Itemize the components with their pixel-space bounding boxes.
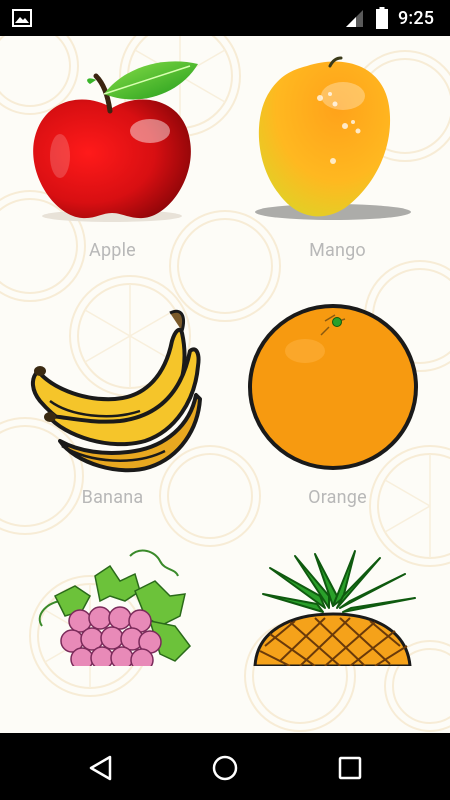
fruit-item-grapes[interactable] [0, 546, 225, 733]
home-icon[interactable] [210, 753, 240, 783]
status-clock: 9:25 [398, 8, 435, 29]
apple-icon [33, 61, 198, 222]
signal-icon [346, 10, 363, 27]
banana-icon [31, 309, 202, 473]
fruit-item-apple[interactable]: Apple [0, 36, 225, 276]
fruit-item-pineapple[interactable] [225, 546, 450, 733]
fruit-grid[interactable]: Apple Mango Banana Orange [0, 36, 450, 733]
navigation-bar [0, 733, 450, 800]
orange-icon [248, 304, 418, 470]
status-bar: 9:25 [0, 0, 450, 36]
recents-icon[interactable] [335, 753, 365, 783]
fruit-label: Banana [81, 487, 144, 508]
fruit-label: Apple [89, 240, 136, 261]
mango-icon [255, 56, 411, 220]
back-icon[interactable] [86, 753, 116, 783]
fruit-item-mango[interactable]: Mango [225, 36, 450, 276]
pineapple-icon [253, 550, 416, 666]
fruit-label: Mango [309, 240, 366, 261]
battery-icon [376, 7, 388, 29]
grapes-icon [38, 549, 191, 666]
fruit-item-banana[interactable]: Banana [0, 291, 225, 531]
fruit-item-orange[interactable]: Orange [225, 291, 450, 531]
fruit-label: Orange [308, 487, 367, 508]
gallery-icon [12, 9, 32, 27]
